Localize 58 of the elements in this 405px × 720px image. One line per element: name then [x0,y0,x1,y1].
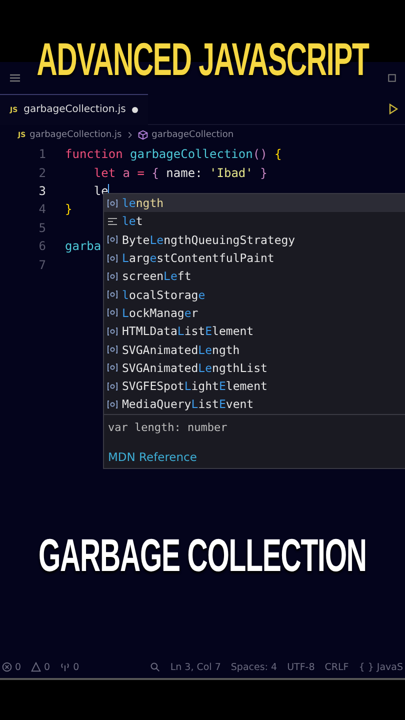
type-signature: var length: number [108,420,228,434]
variable-icon [107,345,118,354]
variable-icon [107,308,118,318]
warning-count[interactable]: 0 [44,662,50,672]
maximize-icon [387,73,397,83]
suggestion-item[interactable]: SVGAnimatedLengthList [104,358,405,377]
chevron-icon [126,131,134,139]
error-icon [2,662,12,672]
line-number: 1 [38,147,47,162]
suggestion-item[interactable]: let [104,212,405,231]
line-ending[interactable]: CRLF [324,662,349,672]
reference-link[interactable]: MDN Reference [108,450,197,464]
ports-count[interactable]: 0 [73,662,80,672]
breadcrumb-item[interactable]: garbageCollection.js [30,130,122,140]
suggestion-item[interactable]: MediaQueryListEvent [104,395,405,414]
menu-icon [8,72,22,84]
variable-icon [107,400,118,409]
suggestion-item[interactable]: LargestContentfulPaint [104,248,405,268]
variable-icon [107,290,118,300]
cursor-position[interactable]: Ln 3, Col 7 [170,662,221,672]
code-line: garba [65,239,102,254]
code-line: } [65,202,72,216]
suggestion-item[interactable]: length [104,194,405,212]
indentation[interactable]: Spaces: 4 [230,662,278,672]
line-number: 7 [38,258,47,272]
run-icon [387,103,399,115]
zoom-icon [150,662,160,672]
error-count[interactable]: 0 [15,662,22,672]
video-subtitle: GARBAGE COLLECTION [38,532,366,578]
encoding[interactable]: UTF-8 [287,662,315,672]
breadcrumb-item[interactable]: garbageCollection [152,130,234,140]
suggestion-item[interactable]: SVGFESpotLightElement [104,376,405,396]
warning-icon [31,662,42,672]
cube-icon [138,130,148,140]
variable-icon [107,382,118,391]
suggestion-item[interactable]: localStorage [104,285,405,304]
variable-icon [107,326,118,336]
variable-icon [107,272,118,281]
antenna-icon [60,662,70,672]
line-number: 5 [38,220,47,235]
variable-icon [107,198,118,208]
suggestion-item[interactable]: HTMLDataListElement [104,322,405,340]
language-mode[interactable]: { } JavaS [358,662,403,672]
suggestion-item[interactable]: screenLeft [104,267,405,286]
line-number: 4 [38,202,47,216]
line-number: 6 [38,239,47,254]
variable-icon [107,254,118,263]
suggestion-item[interactable]: SVGAnimatedLength [104,340,405,359]
line-number: 2 [38,166,47,180]
code-line: function garbageCollection() { [65,147,282,162]
video-title: ADVANCED JAVASCRIPT [36,36,369,82]
variable-icon [107,363,118,372]
line-number: 3 [38,184,47,198]
suggestion-item[interactable]: ByteLengthQueuingStrategy [104,230,405,249]
suggestion-item[interactable]: LockManager [104,304,405,322]
code-line: let a = { name: 'Ibad' } [92,166,268,180]
variable-icon [107,235,118,244]
keyword-icon [107,216,118,226]
